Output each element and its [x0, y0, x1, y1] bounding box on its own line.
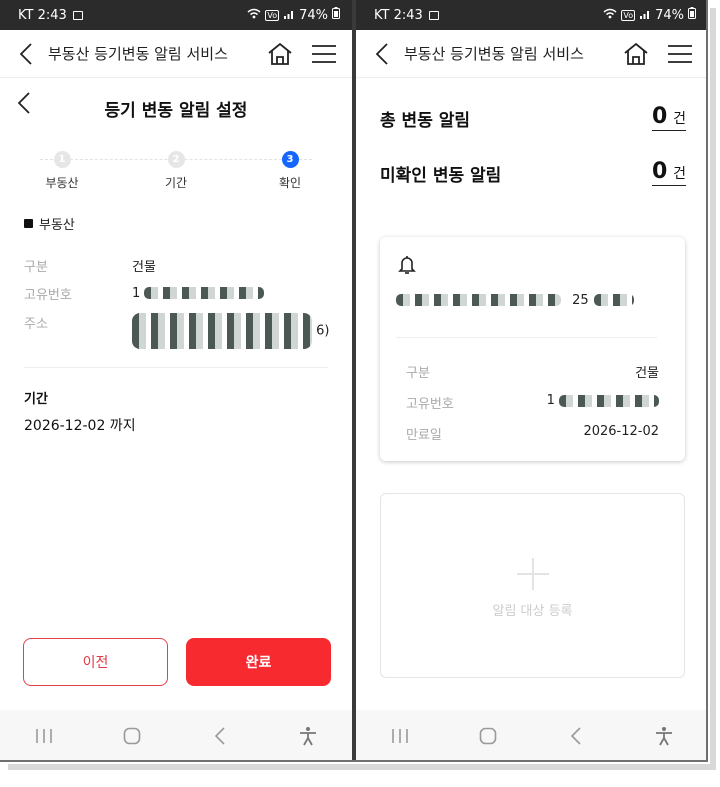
screenshot-frame: [0, 0, 708, 762]
